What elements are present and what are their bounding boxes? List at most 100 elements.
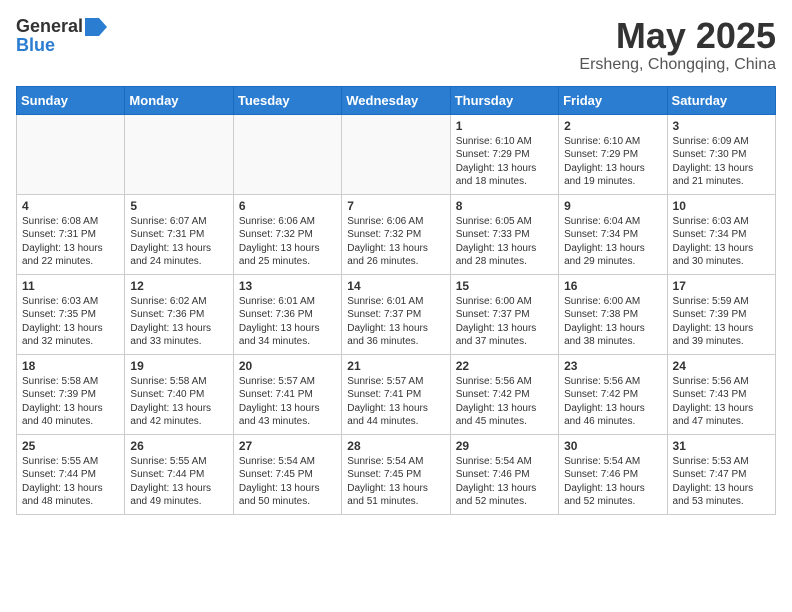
cell-content: Sunrise: 6:03 AM Sunset: 7:35 PM Dayligh…: [22, 295, 119, 349]
calendar-cell: [125, 114, 233, 194]
day-number: 10: [673, 199, 770, 213]
day-number: 6: [239, 199, 336, 213]
calendar-cell: 3 Sunrise: 6:09 AM Sunset: 7:30 PM Daylig…: [667, 114, 775, 194]
calendar-cell: 12Sunrise: 6:02 AM Sunset: 7:36 PM Dayli…: [125, 274, 233, 354]
weekday-header-sunday: Sunday: [17, 86, 125, 114]
calendar-cell: 24Sunrise: 5:56 AM Sunset: 7:43 PM Dayli…: [667, 354, 775, 434]
day-number: 14: [347, 279, 444, 293]
cell-content: Sunrise: 5:54 AM Sunset: 7:46 PM Dayligh…: [564, 455, 661, 509]
calendar-cell: 7 Sunrise: 6:06 AM Sunset: 7:32 PM Daylig…: [342, 194, 450, 274]
location: Ersheng, Chongqing, China: [579, 56, 776, 74]
cell-content: Sunrise: 6:02 AM Sunset: 7:36 PM Dayligh…: [130, 295, 227, 349]
cell-content: Sunrise: 6:03 AM Sunset: 7:34 PM Dayligh…: [673, 215, 770, 269]
day-number: 3: [673, 119, 770, 133]
calendar-cell: 14 Sunrise: 6:01 AM Sunset: 7:37 PM Dayli…: [342, 274, 450, 354]
cell-content: Sunrise: 6:06 AM Sunset: 7:32 PM Dayligh…: [239, 215, 336, 269]
day-number: 11: [22, 279, 119, 293]
calendar-cell: 10 Sunrise: 6:03 AM Sunset: 7:34 PM Dayli…: [667, 194, 775, 274]
weekday-header-tuesday: Tuesday: [233, 86, 341, 114]
day-number: 30: [564, 439, 661, 453]
weekday-header-row: SundayMondayTuesdayWednesdayThursdayFrid…: [17, 86, 776, 114]
calendar-cell: 5Sunrise: 6:07 AM Sunset: 7:31 PM Daylig…: [125, 194, 233, 274]
day-number: 8: [456, 199, 553, 213]
calendar-cell: 28 Sunrise: 5:54 AM Sunset: 7:45 PM Dayli…: [342, 434, 450, 514]
cell-content: Sunrise: 6:04 AM Sunset: 7:34 PM Dayligh…: [564, 215, 661, 269]
cell-content: Sunrise: 5:57 AM Sunset: 7:41 PM Dayligh…: [239, 375, 336, 429]
cell-content: Sunrise: 5:53 AM Sunset: 7:47 PM Dayligh…: [673, 455, 770, 509]
day-number: 19: [130, 359, 227, 373]
day-number: 16: [564, 279, 661, 293]
calendar-cell: 19Sunrise: 5:58 AM Sunset: 7:40 PM Dayli…: [125, 354, 233, 434]
calendar-cell: [342, 114, 450, 194]
week-row-5: 25 Sunrise: 5:55 AM Sunset: 7:44 PM Dayli…: [17, 434, 776, 514]
logo-blue-text: Blue: [16, 35, 55, 56]
cell-content: Sunrise: 5:56 AM Sunset: 7:43 PM Dayligh…: [673, 375, 770, 429]
day-number: 25: [22, 439, 119, 453]
day-number: 28: [347, 439, 444, 453]
cell-content: Sunrise: 6:08 AM Sunset: 7:31 PM Dayligh…: [22, 215, 119, 269]
day-number: 31: [673, 439, 770, 453]
logo-icon: [85, 18, 107, 36]
calendar-cell: 23 Sunrise: 5:56 AM Sunset: 7:42 PM Dayli…: [559, 354, 667, 434]
calendar-cell: [17, 114, 125, 194]
calendar-cell: 18 Sunrise: 5:58 AM Sunset: 7:39 PM Dayli…: [17, 354, 125, 434]
calendar-cell: 17Sunrise: 5:59 AM Sunset: 7:39 PM Dayli…: [667, 274, 775, 354]
calendar-cell: 26Sunrise: 5:55 AM Sunset: 7:44 PM Dayli…: [125, 434, 233, 514]
cell-content: Sunrise: 5:56 AM Sunset: 7:42 PM Dayligh…: [564, 375, 661, 429]
weekday-header-wednesday: Wednesday: [342, 86, 450, 114]
cell-content: Sunrise: 6:00 AM Sunset: 7:37 PM Dayligh…: [456, 295, 553, 349]
week-row-3: 11 Sunrise: 6:03 AM Sunset: 7:35 PM Dayli…: [17, 274, 776, 354]
cell-content: Sunrise: 5:59 AM Sunset: 7:39 PM Dayligh…: [673, 295, 770, 349]
cell-content: Sunrise: 6:00 AM Sunset: 7:38 PM Dayligh…: [564, 295, 661, 349]
page-header: General Blue May 2025 Ersheng, Chongqing…: [16, 16, 776, 74]
day-number: 9: [564, 199, 661, 213]
day-number: 18: [22, 359, 119, 373]
cell-content: Sunrise: 6:07 AM Sunset: 7:31 PM Dayligh…: [130, 215, 227, 269]
cell-content: Sunrise: 5:54 AM Sunset: 7:45 PM Dayligh…: [239, 455, 336, 509]
day-number: 29: [456, 439, 553, 453]
day-number: 23: [564, 359, 661, 373]
cell-content: Sunrise: 5:58 AM Sunset: 7:39 PM Dayligh…: [22, 375, 119, 429]
day-number: 27: [239, 439, 336, 453]
cell-content: Sunrise: 6:05 AM Sunset: 7:33 PM Dayligh…: [456, 215, 553, 269]
cell-content: Sunrise: 6:01 AM Sunset: 7:37 PM Dayligh…: [347, 295, 444, 349]
calendar-cell: 21 Sunrise: 5:57 AM Sunset: 7:41 PM Dayli…: [342, 354, 450, 434]
cell-content: Sunrise: 6:10 AM Sunset: 7:29 PM Dayligh…: [456, 135, 553, 189]
calendar-cell: 13 Sunrise: 6:01 AM Sunset: 7:36 PM Dayli…: [233, 274, 341, 354]
day-number: 21: [347, 359, 444, 373]
week-row-1: 1Sunrise: 6:10 AM Sunset: 7:29 PM Daylig…: [17, 114, 776, 194]
calendar-cell: 16 Sunrise: 6:00 AM Sunset: 7:38 PM Dayli…: [559, 274, 667, 354]
calendar-cell: 31 Sunrise: 5:53 AM Sunset: 7:47 PM Dayli…: [667, 434, 775, 514]
day-number: 20: [239, 359, 336, 373]
calendar-cell: 20 Sunrise: 5:57 AM Sunset: 7:41 PM Dayli…: [233, 354, 341, 434]
cell-content: Sunrise: 6:01 AM Sunset: 7:36 PM Dayligh…: [239, 295, 336, 349]
weekday-header-saturday: Saturday: [667, 86, 775, 114]
day-number: 15: [456, 279, 553, 293]
calendar-cell: 4 Sunrise: 6:08 AM Sunset: 7:31 PM Daylig…: [17, 194, 125, 274]
calendar-cell: 1Sunrise: 6:10 AM Sunset: 7:29 PM Daylig…: [450, 114, 558, 194]
day-number: 7: [347, 199, 444, 213]
cell-content: Sunrise: 5:54 AM Sunset: 7:45 PM Dayligh…: [347, 455, 444, 509]
calendar-cell: 6 Sunrise: 6:06 AM Sunset: 7:32 PM Daylig…: [233, 194, 341, 274]
day-number: 2: [564, 119, 661, 133]
week-row-4: 18 Sunrise: 5:58 AM Sunset: 7:39 PM Dayli…: [17, 354, 776, 434]
cell-content: Sunrise: 5:54 AM Sunset: 7:46 PM Dayligh…: [456, 455, 553, 509]
month-year: May 2025: [579, 16, 776, 56]
calendar-cell: 27 Sunrise: 5:54 AM Sunset: 7:45 PM Dayli…: [233, 434, 341, 514]
day-number: 4: [22, 199, 119, 213]
cell-content: Sunrise: 6:09 AM Sunset: 7:30 PM Dayligh…: [673, 135, 770, 189]
cell-content: Sunrise: 6:06 AM Sunset: 7:32 PM Dayligh…: [347, 215, 444, 269]
day-number: 22: [456, 359, 553, 373]
day-number: 26: [130, 439, 227, 453]
cell-content: Sunrise: 5:55 AM Sunset: 7:44 PM Dayligh…: [22, 455, 119, 509]
cell-content: Sunrise: 5:56 AM Sunset: 7:42 PM Dayligh…: [456, 375, 553, 429]
cell-content: Sunrise: 6:10 AM Sunset: 7:29 PM Dayligh…: [564, 135, 661, 189]
weekday-header-friday: Friday: [559, 86, 667, 114]
day-number: 13: [239, 279, 336, 293]
calendar-cell: 9 Sunrise: 6:04 AM Sunset: 7:34 PM Daylig…: [559, 194, 667, 274]
cell-content: Sunrise: 5:57 AM Sunset: 7:41 PM Dayligh…: [347, 375, 444, 429]
calendar-cell: [233, 114, 341, 194]
calendar-cell: 8 Sunrise: 6:05 AM Sunset: 7:33 PM Daylig…: [450, 194, 558, 274]
weekday-header-monday: Monday: [125, 86, 233, 114]
weekday-header-thursday: Thursday: [450, 86, 558, 114]
